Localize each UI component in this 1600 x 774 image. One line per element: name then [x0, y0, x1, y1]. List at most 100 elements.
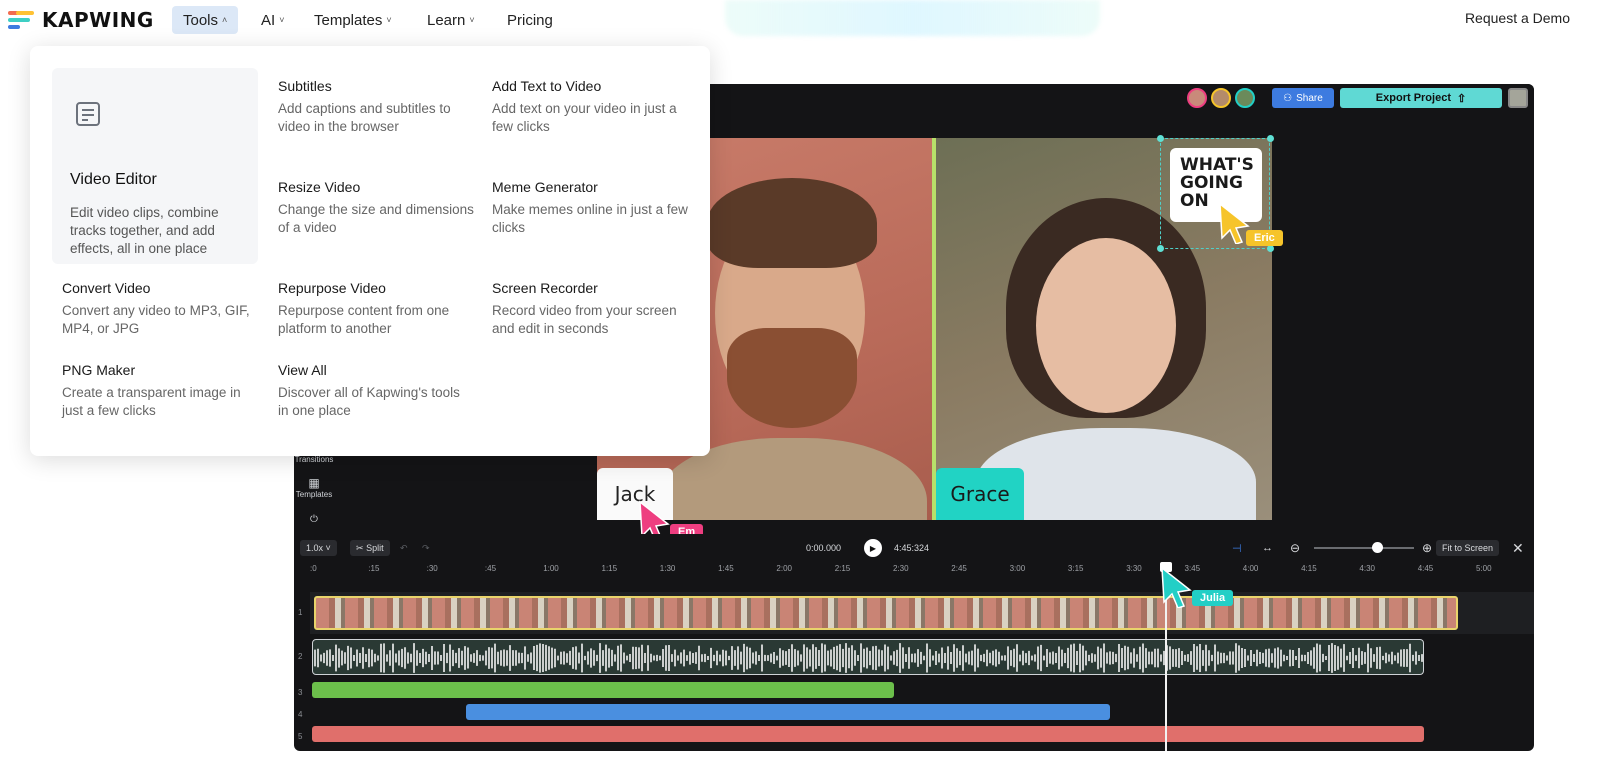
ruler-tick: 2:30 [893, 564, 909, 573]
name-tag-grace[interactable]: Grace [936, 468, 1024, 520]
zoom-slider[interactable] [1314, 547, 1414, 549]
hair [707, 178, 877, 268]
ruler-tick: 5:00 [1476, 564, 1492, 573]
menu-item-title: View All [278, 362, 327, 378]
resize-handle[interactable] [1157, 245, 1164, 252]
menu-item-resize-video[interactable]: Resize Video Change the size and dimensi… [278, 179, 474, 237]
track-number: 5 [298, 732, 303, 741]
ruler-tick: 4:00 [1242, 564, 1259, 573]
menu-item-convert-video[interactable]: Convert Video Convert any video to MP3, … [62, 280, 258, 338]
fit-width-button[interactable]: ↔ [1256, 540, 1279, 556]
share-button[interactable]: ⚇ Share [1272, 88, 1334, 108]
side-tool-plugins[interactable]: ⏻ [294, 514, 334, 525]
user-avatar[interactable] [1508, 88, 1528, 108]
export-project-button[interactable]: Export Project ⇧ [1340, 88, 1502, 108]
share-label: Share [1296, 92, 1323, 104]
grid-icon: ▦ [308, 476, 320, 490]
menu-item-title: Convert Video [62, 280, 151, 296]
resize-handle[interactable] [1267, 245, 1274, 252]
resize-handle[interactable] [1267, 135, 1274, 142]
menu-item-repurpose-video[interactable]: Repurpose Video Repurpose content from o… [278, 280, 474, 338]
clip-track-4[interactable] [466, 704, 1110, 720]
close-timeline-button[interactable]: ✕ [1506, 540, 1530, 556]
menu-item-desc: Convert any video to MP3, GIF, MP4, or J… [62, 303, 250, 336]
video-clip-track[interactable] [314, 596, 1458, 630]
ruler-tick: 1:30 [659, 564, 676, 573]
close-icon: ✕ [1512, 539, 1524, 556]
clip-track-5[interactable] [312, 726, 1424, 742]
menu-item-title: Add Text to Video [492, 78, 602, 94]
menu-item-video-editor[interactable]: Video Editor Edit video clips, combine t… [52, 68, 258, 264]
nav-learn-label: Learn [427, 11, 466, 29]
menu-item-meme-generator[interactable]: Meme Generator Make memes online in just… [492, 179, 688, 237]
clip-track-3[interactable] [312, 682, 894, 698]
chevron-up-icon: ˄ [222, 15, 228, 25]
tools-dropdown-menu: Video Editor Edit video clips, combine t… [30, 46, 710, 456]
zoom-out-icon: ⊖ [1290, 541, 1301, 555]
beard [727, 328, 857, 428]
ruler-tick: 3:00 [1009, 564, 1026, 573]
menu-item-view-all[interactable]: View All Discover all of Kapwing's tools… [278, 362, 474, 420]
logo-icon [8, 9, 36, 31]
zoom-in-button[interactable]: ⊕ [1416, 540, 1438, 556]
nav-templates[interactable]: Templates ˅ [303, 6, 403, 34]
kapwing-logo[interactable]: KAPWING [8, 8, 154, 32]
nav-pricing[interactable]: Pricing [496, 6, 564, 34]
document-icon [76, 102, 100, 126]
ruler-tick: :15 [368, 564, 380, 573]
menu-item-desc: Change the size and dimensions of a vide… [278, 202, 474, 235]
zoom-slider-handle[interactable] [1372, 542, 1383, 553]
hero-glow [725, 0, 1100, 36]
side-tool-templates[interactable]: ▦ Templates [294, 476, 334, 499]
nav-tools[interactable]: Tools ˄ [172, 6, 239, 34]
ruler-tick: 4:45 [1417, 564, 1434, 573]
play-button[interactable]: ▶ [864, 539, 882, 557]
menu-item-desc: Create a transparent image in just a few… [62, 385, 241, 418]
ruler-tick: 3:15 [1067, 564, 1084, 573]
timeline-ruler[interactable]: :0:15:30:45 1:00 1:15 1:30 1:45 2:00 2:15 2:30 2… [310, 562, 1534, 580]
request-demo-link[interactable]: Request a Demo [1465, 10, 1570, 26]
resize-handle[interactable] [1157, 135, 1164, 142]
ruler-tick: :30 [426, 564, 438, 573]
menu-item-add-text[interactable]: Add Text to Video Add text on your video… [492, 78, 688, 136]
split-button[interactable]: ✂ Split [350, 540, 390, 556]
cursor-julia-icon [1161, 566, 1192, 608]
menu-item-title: Subtitles [278, 78, 332, 94]
redo-button[interactable]: ↷ [416, 540, 436, 556]
cursor-tag-julia: Julia [1192, 590, 1234, 606]
menu-item-png-maker[interactable]: PNG Maker Create a transparent image in … [62, 362, 258, 420]
avatar [1235, 88, 1255, 108]
menu-item-title: Screen Recorder [492, 280, 598, 296]
menu-item-desc: Record video from your screen and edit i… [492, 303, 677, 336]
menu-item-subtitles[interactable]: Subtitles Add captions and subtitles to … [278, 78, 474, 136]
fit-to-screen-button[interactable]: Fit to Screen [1436, 540, 1500, 556]
plug-icon: ⏻ [310, 514, 318, 525]
menu-item-title: Video Editor [70, 171, 157, 188]
nav-tools-label: Tools [183, 11, 219, 29]
track-number: 1 [298, 608, 303, 617]
upload-icon: ⇧ [1456, 92, 1467, 105]
speed-select[interactable]: 1.0x ˅ [300, 540, 337, 556]
zoom-out-button[interactable]: ⊖ [1284, 540, 1306, 556]
side-tool-label: Transitions [294, 455, 334, 464]
ruler-tick: 2:45 [951, 564, 967, 573]
menu-item-screen-recorder[interactable]: Screen Recorder Record video from your s… [492, 280, 688, 338]
split-view-button[interactable]: ⊣ [1226, 540, 1248, 556]
menu-item-desc: Add captions and subtitles to video in t… [278, 101, 451, 134]
menu-item-title: PNG Maker [62, 362, 136, 378]
ruler-tick: :45 [484, 564, 497, 573]
track-number: 2 [298, 652, 303, 661]
undo-button[interactable]: ↶ [394, 540, 414, 556]
menu-item-desc: Edit video clips, combine tracks togethe… [70, 205, 219, 256]
audio-clip-track[interactable] [312, 639, 1424, 675]
ruler-tick: 2:00 [776, 564, 792, 573]
chevron-down-icon: ˅ [279, 15, 285, 25]
cursor-tag-eric: Eric [1246, 230, 1283, 246]
ruler-tick: 1:15 [601, 564, 618, 573]
nav-learn[interactable]: Learn ˅ [416, 6, 486, 34]
chevron-down-icon: ˅ [325, 543, 331, 553]
nav-ai[interactable]: AI ˅ [250, 6, 295, 34]
track-number: 3 [298, 688, 303, 697]
menu-item-desc: Discover all of Kapwing's tools in one p… [278, 385, 460, 418]
zoom-in-icon: ⊕ [1422, 541, 1433, 555]
